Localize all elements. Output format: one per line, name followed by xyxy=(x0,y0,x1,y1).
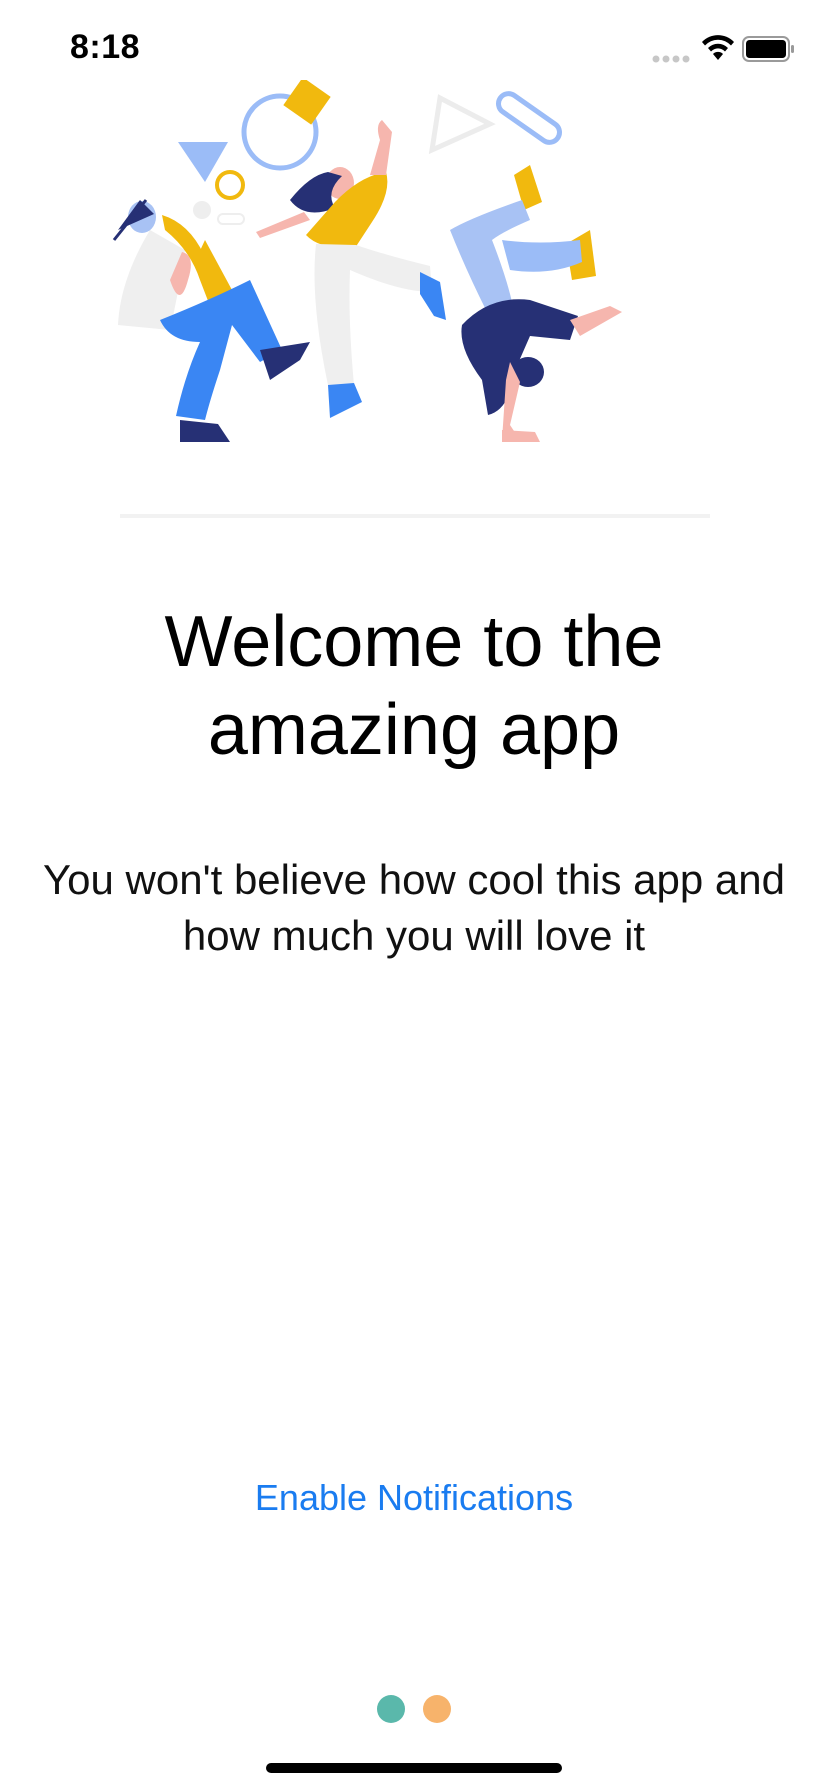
page-dot-2[interactable] xyxy=(423,1695,451,1723)
page-dot-1[interactable] xyxy=(377,1695,405,1723)
welcome-title: Welcome to the amazing app xyxy=(164,602,664,770)
wifi-icon xyxy=(702,35,734,60)
cellular-signal-icon xyxy=(652,55,690,63)
girl-dancer-figure xyxy=(256,120,446,418)
battery-icon xyxy=(742,36,794,62)
home-indicator[interactable] xyxy=(266,1763,562,1773)
status-time: 8:18 xyxy=(70,28,141,66)
breakdancer-figure xyxy=(450,165,622,442)
ground-line xyxy=(120,514,710,518)
page-indicator[interactable] xyxy=(0,1695,828,1725)
onboarding-screen: 8:18 Welcome to the amazing app You won'… xyxy=(0,0,828,1792)
welcome-subtitle: You won't believe how cool this app and … xyxy=(43,856,785,959)
dancing-people-illustration xyxy=(112,80,710,518)
enable-notifications-button[interactable]: Enable Notifications xyxy=(214,1468,614,1528)
saxophone-player-figure xyxy=(112,199,310,442)
